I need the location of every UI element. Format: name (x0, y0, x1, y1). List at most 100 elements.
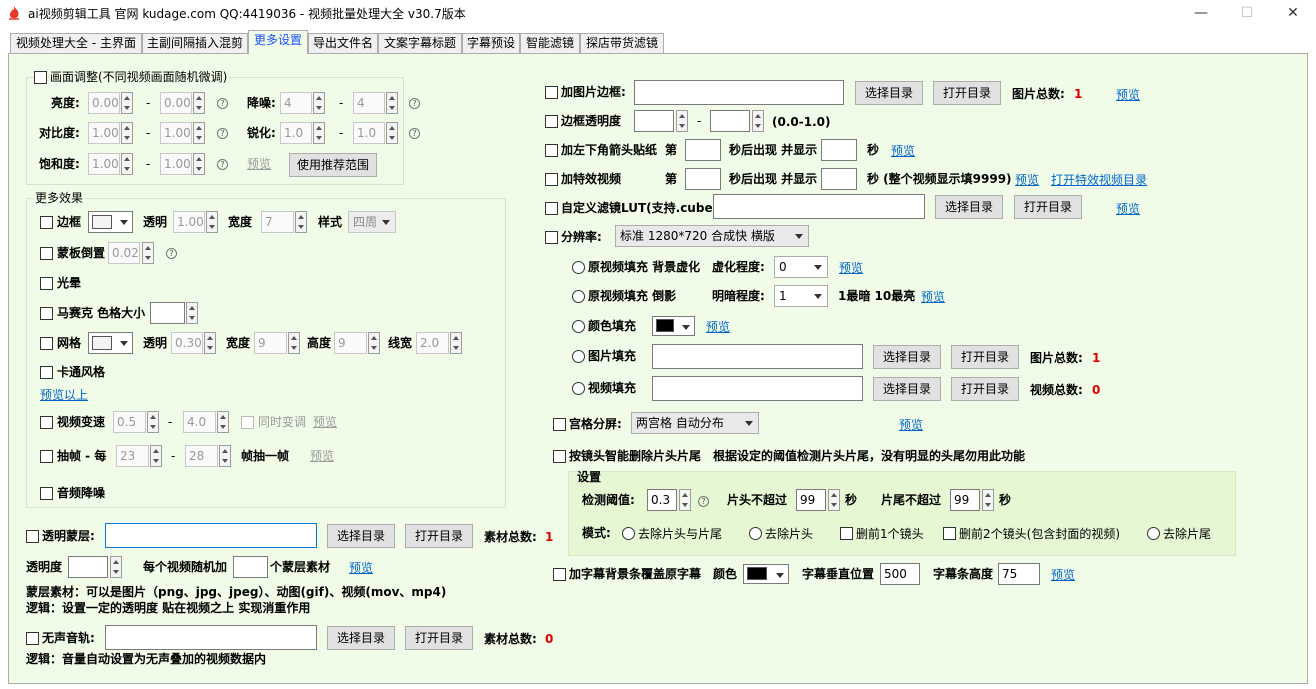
cartoon-checkbox[interactable] (40, 366, 53, 379)
split-screen-checkbox[interactable] (553, 418, 566, 431)
invert-preview-link[interactable]: 预览 (921, 289, 945, 305)
grid-height-input[interactable]: 9 (334, 332, 367, 354)
lut-checkbox[interactable] (545, 202, 558, 215)
adjust-preview-link[interactable]: 预览 (247, 156, 271, 172)
saturation-min-input[interactable]: 1.00 (88, 153, 120, 175)
tab-interval-mix[interactable]: 主副间隔插入混剪 (142, 33, 248, 54)
mask-flip-spin[interactable] (142, 242, 154, 264)
mask-flip-input[interactable]: 0.02 (108, 242, 140, 264)
tail-limit-spin[interactable] (982, 489, 994, 511)
sharpen-min-input[interactable]: 1.0 (280, 122, 312, 144)
mode-first1-checkbox[interactable] (840, 527, 853, 540)
overlay-path-input[interactable] (105, 523, 317, 548)
darkness-select[interactable]: 1 (774, 285, 828, 307)
frame-opacity-checkbox[interactable] (545, 115, 558, 128)
fill-blur-radio[interactable] (572, 261, 585, 274)
fill-video-radio[interactable] (572, 382, 585, 395)
threshold-input[interactable]: 0.3 (647, 489, 677, 511)
speed-min-spin[interactable] (147, 411, 159, 433)
fill-color-radio[interactable] (572, 320, 585, 333)
lut-path-input[interactable] (713, 194, 925, 219)
sharpen-min-spin[interactable] (313, 122, 325, 144)
mask-flip-checkbox[interactable] (40, 247, 53, 260)
contrast-max-input[interactable]: 1.00 (160, 122, 192, 144)
arrow-sticker-checkbox[interactable] (545, 144, 558, 157)
tab-store-filter[interactable]: 探店带货滤镜 (580, 33, 664, 54)
fill-color-picker[interactable] (652, 316, 695, 336)
fill-image-path-input[interactable] (652, 344, 863, 369)
contrast-min-spin[interactable] (121, 122, 133, 144)
fill-image-radio[interactable] (572, 350, 585, 363)
subtitle-bar-checkbox[interactable] (553, 568, 566, 581)
frame-preview-link[interactable]: 预览 (1116, 87, 1140, 103)
overlay-opacity-spin[interactable] (110, 556, 122, 578)
fx-duration-input[interactable] (821, 168, 857, 190)
brightness-min-input[interactable]: 0.00 (88, 92, 120, 114)
split-preview-link[interactable]: 预览 (899, 417, 923, 433)
fill-image-open-dir-button[interactable]: 打开目录 (951, 345, 1019, 369)
fx-start-input[interactable] (685, 168, 721, 190)
speed-min-input[interactable]: 0.5 (113, 411, 146, 433)
sharpen-max-spin[interactable] (386, 122, 398, 144)
speed-preview-link[interactable]: 预览 (313, 414, 337, 430)
resolution-select[interactable]: 标准 1280*720 合成快 横版 (615, 225, 809, 247)
mute-track-checkbox[interactable] (26, 632, 39, 645)
head-limit-spin[interactable] (828, 489, 840, 511)
arrow-duration-input[interactable] (821, 139, 857, 161)
tab-subtitle-preset[interactable]: 字幕预设 (462, 33, 520, 54)
mosaic-size-spin[interactable] (186, 302, 198, 324)
grid-opacity-spin[interactable] (204, 332, 216, 354)
tail-limit-input[interactable]: 99 (950, 489, 980, 511)
grid-width-spin[interactable] (288, 332, 300, 354)
speed-checkbox[interactable] (40, 416, 53, 429)
border-opacity-input[interactable]: 1.00 (173, 211, 205, 233)
border-color-picker[interactable] (88, 211, 133, 233)
frame-select-dir-button[interactable]: 选择目录 (855, 81, 923, 105)
brightness-max-input[interactable]: 0.00 (160, 92, 192, 114)
split-screen-select[interactable]: 两宫格 自动分布 (631, 412, 759, 434)
arrow-start-input[interactable] (685, 139, 721, 161)
sharpen-max-input[interactable]: 1.0 (353, 122, 385, 144)
lut-open-dir-button[interactable]: 打开目录 (1014, 195, 1082, 219)
help-circle-icon[interactable]: ? (217, 159, 228, 170)
grid-line-input[interactable]: 2.0 (416, 332, 449, 354)
grid-width-input[interactable]: 9 (254, 332, 287, 354)
image-frame-checkbox[interactable] (545, 86, 558, 99)
speed-max-input[interactable]: 4.0 (183, 411, 216, 433)
frame-drop-preview-link[interactable]: 预览 (310, 448, 334, 464)
fx-video-checkbox[interactable] (545, 173, 558, 186)
denoise-min-input[interactable]: 4 (280, 92, 312, 114)
frame-drop-max-input[interactable]: 28 (185, 445, 218, 467)
tab-smart-filter[interactable]: 智能滤镜 (520, 33, 580, 54)
border-width-input[interactable]: 7 (261, 211, 294, 233)
adjust-checkbox[interactable] (34, 71, 47, 84)
recommend-range-button[interactable]: 使用推荐范围 (289, 153, 377, 177)
blur-degree-select[interactable]: 0 (774, 256, 828, 278)
close-button[interactable]: ✕ (1270, 0, 1316, 28)
fill-image-select-dir-button[interactable]: 选择目录 (873, 345, 941, 369)
frame-drop-max-spin[interactable] (219, 445, 231, 467)
lut-select-dir-button[interactable]: 选择目录 (935, 195, 1003, 219)
smart-cut-checkbox[interactable] (553, 450, 566, 463)
frame-open-dir-button[interactable]: 打开目录 (933, 81, 1001, 105)
resolution-checkbox[interactable] (545, 231, 558, 244)
frame-drop-checkbox[interactable] (40, 450, 53, 463)
minimize-button[interactable]: — (1178, 0, 1224, 28)
help-circle-icon[interactable]: ? (166, 248, 177, 259)
frame-opacity-min-spin[interactable] (676, 110, 688, 132)
overlay-per-video-input[interactable] (233, 556, 268, 578)
grid-color-picker[interactable] (88, 332, 133, 354)
subtitle-bar-color-picker[interactable] (743, 564, 789, 584)
tab-export-name[interactable]: 导出文件名 (308, 33, 378, 54)
grid-checkbox[interactable] (40, 337, 53, 350)
maximize-button[interactable]: ☐ (1224, 0, 1270, 28)
mode-radio-tail[interactable] (1147, 527, 1160, 540)
pitch-checkbox[interactable] (241, 416, 254, 429)
contrast-max-spin[interactable] (193, 122, 205, 144)
tab-more-settings[interactable]: 更多设置 (248, 30, 308, 54)
threshold-spin[interactable] (679, 489, 691, 511)
help-circle-icon[interactable]: ? (698, 496, 709, 507)
fill-video-path-input[interactable] (652, 376, 863, 401)
mode-radio-head[interactable] (749, 527, 762, 540)
open-fx-dir-link[interactable]: 打开特效视频目录 (1051, 172, 1147, 188)
